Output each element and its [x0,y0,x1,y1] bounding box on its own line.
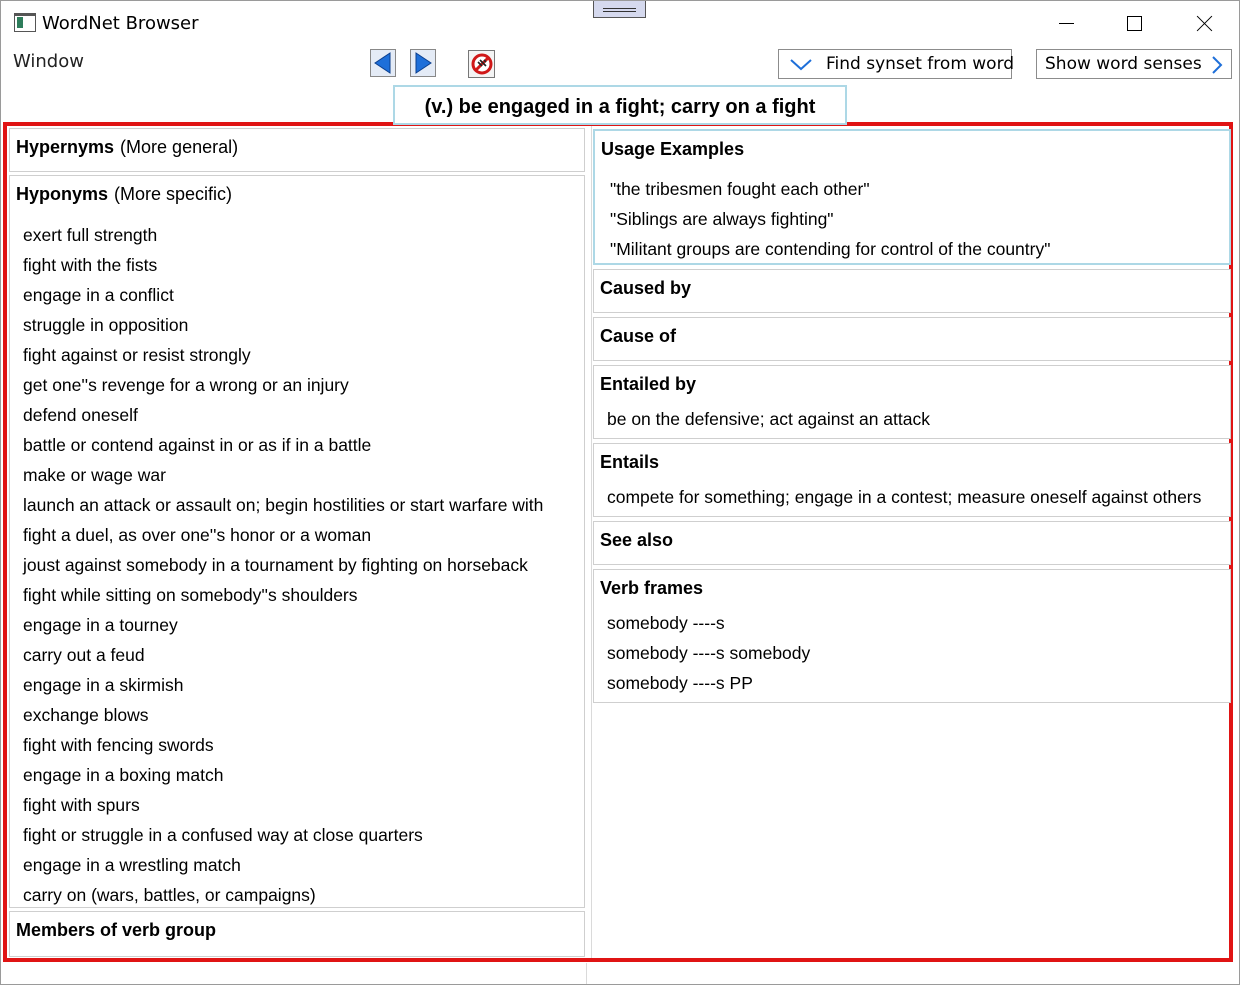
hypernyms-panel: Hypernyms (More general) [9,128,585,172]
find-synset-label: Find synset from word [826,54,1015,74]
list-item[interactable]: fight or struggle in a confused way at c… [23,820,543,850]
entails-list: compete for something; engage in a conte… [607,482,1201,512]
splitter-extension [586,963,587,984]
show-word-senses-button[interactable]: Show word senses [1036,49,1232,79]
minimize-button[interactable] [1044,9,1090,39]
forward-button[interactable] [410,49,436,77]
list-item[interactable]: get one''s revenge for a wrong or an inj… [23,370,543,400]
usage-examples-list: "the tribesmen fought each other" "Sibli… [610,174,1050,264]
no-entry-icon [471,53,493,75]
verb-frame: somebody ----s PP [607,673,753,693]
list-item[interactable]: carry on (wars, battles, or campaigns) [23,880,543,910]
synset-gloss: (v.) be engaged in a fight; carry on a f… [393,85,847,125]
hyponyms-subtitle: (More specific) [114,184,233,204]
verb-frame: somebody ----s [607,613,725,633]
entailed-by-title: Entailed by [600,374,697,394]
show-word-senses-label: Show word senses [1045,54,1202,74]
entails-title: Entails [600,452,660,472]
drag-handle[interactable] [593,1,646,18]
list-item[interactable]: make or wage war [23,460,543,490]
verb-group-title: Members of verb group [16,920,217,940]
usage-examples-title: Usage Examples [601,139,745,159]
entailed-by-list: be on the defensive; act against an atta… [607,404,930,434]
right-arrow-icon [415,52,432,74]
list-item[interactable]: engage in a tourney [23,610,543,640]
caused-by-panel: Caused by [593,269,1231,313]
list-item[interactable]: engage in a conflict [23,280,543,310]
list-item[interactable]: exchange blows [23,700,543,730]
app-window: WordNet Browser Window Find synset from … [0,0,1240,985]
cause-of-panel: Cause of [593,317,1231,361]
list-item[interactable]: compete for something; engage in a conte… [607,482,1201,512]
list-item[interactable]: battle or contend against in or as if in… [23,430,543,460]
list-item[interactable]: fight with the fists [23,250,543,280]
window-title: WordNet Browser [42,13,199,34]
list-item[interactable]: fight with fencing swords [23,730,543,760]
app-icon [14,13,36,32]
verb-frames-list: somebody ----s somebody ----s somebody s… [607,608,810,698]
cause-of-header: Cause of [600,326,676,347]
hyponyms-header: Hyponyms (More specific) [16,184,232,205]
list-item[interactable]: fight with spurs [23,790,543,820]
usage-example: "Siblings are always fighting" [610,209,834,229]
hyponyms-panel: Hyponyms (More specific) exert full stren… [9,175,585,908]
verb-frames-title: Verb frames [600,578,704,598]
relations-area: Hypernyms (More general) Hyponyms (More sp… [3,122,1233,962]
hypernyms-header: Hypernyms (More general) [16,137,238,158]
menu-window[interactable]: Window [13,51,84,72]
verb-frame: somebody ----s somebody [607,643,811,663]
hyponyms-list: exert full strength fight with the fists… [23,220,543,910]
entails-header: Entails [600,452,659,473]
verb-group-header: Members of verb group [16,920,216,941]
usage-example: "the tribesmen fought each other" [610,179,870,199]
stop-button[interactable] [468,50,495,78]
synset-gloss-text: (v.) be engaged in a fight; carry on a f… [424,96,816,118]
list-item[interactable]: fight a duel, as over one''s honor or a … [23,520,543,550]
list-item[interactable]: defend oneself [23,400,543,430]
verb-frames-panel: Verb frames somebody ----s somebody ----… [593,569,1231,703]
list-item[interactable]: launch an attack or assault on; begin ho… [23,490,543,520]
left-arrow-icon [374,52,391,74]
see-also-panel: See also [593,521,1231,565]
back-button[interactable] [370,49,396,77]
list-item[interactable]: joust against somebody in a tournament b… [23,550,543,580]
hypernyms-subtitle: (More general) [120,137,239,157]
usage-examples-panel: Usage Examples "the tribesmen fought eac… [593,129,1231,265]
maximize-button[interactable] [1112,9,1158,39]
verb-group-panel: Members of verb group [9,911,585,957]
hyponyms-title: Hyponyms [16,184,109,204]
caused-by-title: Caused by [600,278,692,298]
chevron-down-icon [790,59,812,71]
list-item[interactable]: struggle in opposition [23,310,543,340]
list-item[interactable]: fight while sitting on somebody''s shoul… [23,580,543,610]
column-splitter[interactable] [591,126,592,958]
see-also-header: See also [600,530,673,551]
usage-example: "Militant groups are contending for cont… [610,239,1051,259]
list-item[interactable]: engage in a wrestling match [23,850,543,880]
verb-frames-header: Verb frames [600,578,703,599]
entailed-by-header: Entailed by [600,374,696,395]
list-item[interactable]: carry out a feud [23,640,543,670]
chevron-right-icon [1212,56,1223,74]
cause-of-title: Cause of [600,326,677,346]
list-item[interactable]: exert full strength [23,220,543,250]
usage-examples-header: Usage Examples [601,139,744,160]
list-item[interactable]: be on the defensive; act against an atta… [607,404,930,434]
caused-by-header: Caused by [600,278,691,299]
find-synset-button[interactable]: Find synset from word [778,49,1015,79]
list-item[interactable]: engage in a skirmish [23,670,543,700]
list-item[interactable]: fight against or resist strongly [23,340,543,370]
see-also-title: See also [600,530,674,550]
hypernyms-title: Hypernyms [16,137,115,157]
close-button[interactable] [1182,9,1228,39]
list-item[interactable]: engage in a boxing match [23,760,543,790]
entails-panel: Entails compete for something; engage in… [593,443,1231,517]
entailed-by-panel: Entailed by be on the defensive; act aga… [593,365,1231,439]
